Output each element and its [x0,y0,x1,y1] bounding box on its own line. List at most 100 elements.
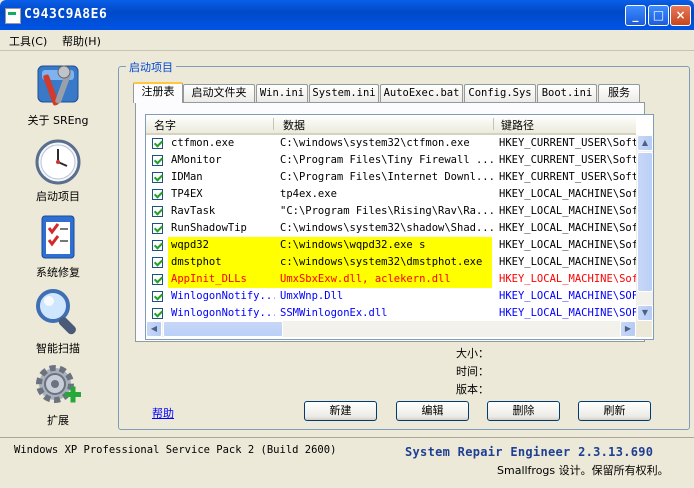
maximize-button[interactable]: □ [648,5,669,26]
entry-name: dmstphot [171,256,222,268]
sidebar-label-extend: 扩展 [47,414,69,427]
column-data[interactable]: 数据 [283,117,305,133]
entry-data: c:\windows\system32\dmstphot.exe [280,256,483,268]
tools-icon [37,65,79,106]
scroll-down-button[interactable]: ▼ [637,305,653,321]
sidebar-item-startup[interactable]: 启动项目 [4,138,112,204]
scroll-corner [636,321,652,337]
list-item[interactable]: RunShadowTip C:\windows\system32\shadow\S… [146,220,636,237]
list-item[interactable]: RavTask "C:\Program Files\Rising\Rav\Ra..… [146,203,636,220]
enabled-checkbox[interactable] [152,308,163,319]
entry-data: C:\windows\system32\ctfmon.exe [280,137,470,149]
sidebar-item-repair[interactable]: 系统修复 [4,212,112,280]
scroll-right-button[interactable]: ▶ [620,321,636,337]
horizontal-scrollbar[interactable]: ◀ ▶ [146,321,636,337]
registry-list[interactable]: 名字 数据 键路径 ctfmon.exe C:\windows\system32\… [145,114,654,340]
sidebar-label-startup: 启动项目 [36,190,80,203]
enabled-checkbox[interactable] [152,257,163,268]
sidebar-item-scan[interactable]: 智能扫描 [4,286,112,356]
list-item[interactable]: WinlogonNotify... UmxWnp.Dll HKEY_LOCAL_MA… [146,288,636,305]
version-label: 版本： [456,383,489,396]
tab-boot-ini[interactable]: Boot.ini [537,84,597,102]
list-item[interactable]: wqpd32 C:\windows\wqpd32.exe s HKEY_LOCAL_… [146,237,636,254]
entry-key-path: HKEY_LOCAL_MACHINE\Soft [499,239,636,251]
tab-config-sys[interactable]: Config.Sys [464,84,536,102]
sidebar: 关于 SREng 启动项目 系统修复 智能扫描 扩展 [4,52,112,432]
entry-data: SSMWinlogonEx.dll [280,307,388,319]
help-link[interactable]: 帮助 [152,405,174,421]
list-item[interactable]: AMonitor C:\Program Files\Tiny Firewall .… [146,152,636,169]
list-header: 名字 数据 键路径 [146,115,636,135]
edit-button[interactable]: 编辑 [396,401,469,421]
copyright-text: Smallfrogs 设计。保留所有权利。 [497,464,669,477]
list-item[interactable]: WinlogonNotify... SSMWinlogonEx.dll HKEY_L… [146,305,636,322]
entry-data: C:\windows\system32\shadow\Shad... [280,222,494,234]
entry-name: RavTask [171,205,216,217]
column-name[interactable]: 名字 [154,117,176,133]
os-version-text: Windows XP Professional Service Pack 2 (… [14,444,337,456]
menu-bar: 工具(C) 帮助(H) [0,30,694,51]
column-path[interactable]: 键路径 [501,117,534,133]
list-item[interactable]: ctfmon.exe C:\windows\system32\ctfmon.exe… [146,135,636,152]
entry-key-path: HKEY_LOCAL_MACHINE\SOFT [499,307,636,319]
refresh-button[interactable]: 刷新 [578,401,651,421]
list-item[interactable]: TP4EX tp4ex.exe HKEY_LOCAL_MACHINE\Soft [146,186,636,203]
list-item[interactable]: dmstphot c:\windows\system32\dmstphot.exe… [146,254,636,271]
close-button[interactable]: × [670,5,691,26]
new-button[interactable]: 新建 [304,401,377,421]
minimize-button[interactable]: _ [625,5,646,26]
sidebar-label-about: 关于 SREng [27,114,89,127]
enabled-checkbox[interactable] [152,189,163,200]
enabled-checkbox[interactable] [152,240,163,251]
sidebar-label-scan: 智能扫描 [36,342,80,355]
enabled-checkbox[interactable] [152,138,163,149]
entry-name: IDMan [171,171,203,183]
tab-autoexec-bat[interactable]: AutoExec.bat [380,84,463,102]
entry-name: RunShadowTip [171,222,247,234]
scroll-thumb[interactable] [637,152,653,292]
product-name: System Repair Engineer 2.3.13.690 [405,445,654,459]
size-label: 大小： [456,347,489,360]
checklist-icon [41,215,75,259]
tab-startup-folder[interactable]: 启动文件夹 [183,84,255,102]
scroll-up-button[interactable]: ▲ [637,135,653,151]
entry-key-path: HKEY_LOCAL_MACHINE\SOFT [499,290,636,302]
hscroll-thumb[interactable] [163,321,283,337]
enabled-checkbox[interactable] [152,223,163,234]
entry-key-path: HKEY_LOCAL_MACHINE\Soft [499,222,636,234]
menu-tools[interactable]: 工具(C) [9,33,47,49]
list-item[interactable]: AppInit_DLLs UmxSbxExw.dll, aclekern.dll H… [146,271,636,288]
enabled-checkbox[interactable] [152,291,163,302]
entry-data: tp4ex.exe [280,188,337,200]
entry-name: ctfmon.exe [171,137,235,149]
list-item[interactable]: IDMan C:\Program Files\Internet Downl... H… [146,169,636,186]
entry-data: C:\windows\wqpd32.exe s [280,239,426,251]
delete-button[interactable]: 删除 [487,401,560,421]
enabled-checkbox[interactable] [152,172,163,183]
window-title: C943C9A8E6 [24,7,108,22]
enabled-checkbox[interactable] [152,206,163,217]
menu-help[interactable]: 帮助(H) [62,33,101,49]
entry-key-path: HKEY_LOCAL_MACHINE\Soft [499,205,636,217]
sidebar-item-about[interactable]: 关于 SREng [4,60,112,128]
tab-win-ini[interactable]: Win.ini [256,84,308,102]
sidebar-item-extend[interactable]: 扩展 [4,362,112,428]
scroll-left-button[interactable]: ◀ [146,321,162,337]
column-divider[interactable] [273,118,274,130]
entry-name: wqpd32 [171,239,209,251]
tab-registry[interactable]: 注册表 [133,82,183,103]
enabled-checkbox[interactable] [152,155,163,166]
enabled-checkbox[interactable] [152,274,163,285]
vertical-scrollbar[interactable]: ▲ ▼ [636,135,653,321]
column-divider[interactable] [493,118,494,130]
gear-plus-icon [36,365,81,403]
entry-key-path: HKEY_LOCAL_MACHINE\Soft [499,273,636,285]
title-bar[interactable]: C943C9A8E6 _ □ × [0,0,694,30]
entry-name: WinlogonNotify... [171,290,275,302]
app-icon [5,8,21,24]
entry-key-path: HKEY_CURRENT_USER\Softw [499,154,636,166]
tab-services[interactable]: 服务 [598,84,640,102]
entry-name: AMonitor [171,154,222,166]
tab-system-ini[interactable]: System.ini [309,84,379,102]
group-title: 启动项目 [126,59,176,75]
